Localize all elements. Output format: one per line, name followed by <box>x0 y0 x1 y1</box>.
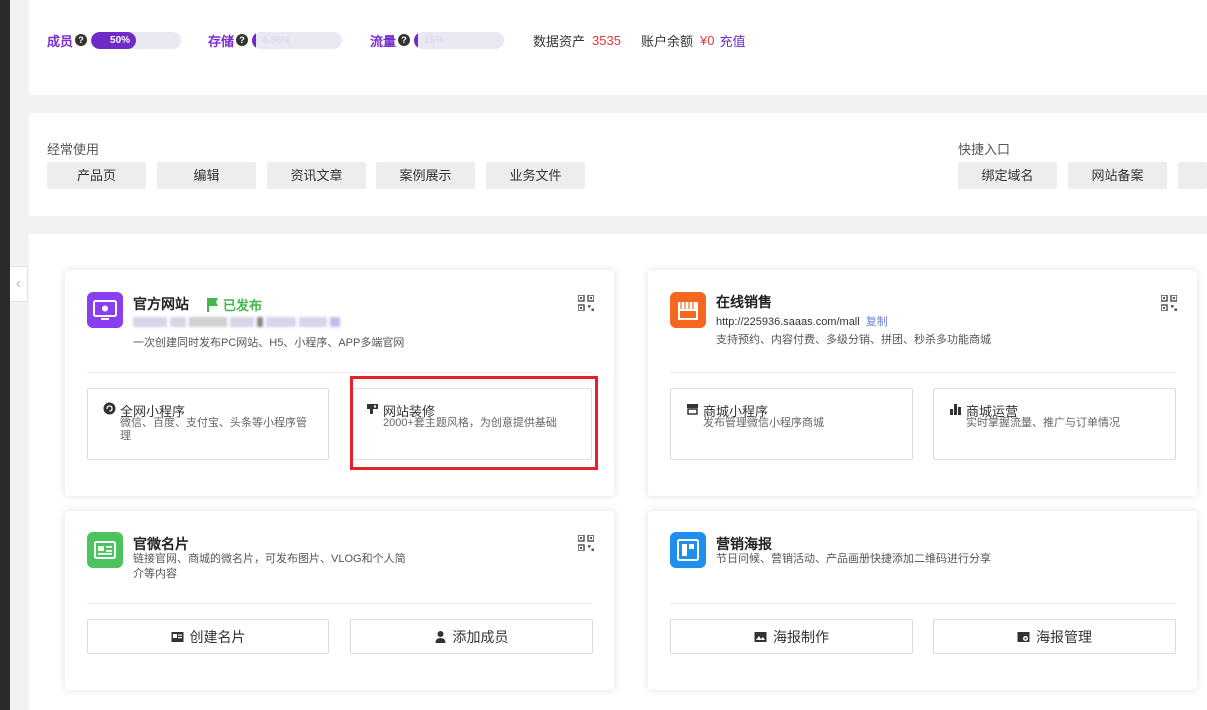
paint-palette-icon <box>367 404 378 414</box>
help-icon[interactable]: ? <box>75 34 88 46</box>
mall-url: http://225936.saaas.com/mall <box>716 316 860 328</box>
traffic-progress-bar: 15% <box>414 31 505 49</box>
shortcuts-title: 快捷入口 <box>958 142 1011 157</box>
store-icon <box>687 404 698 415</box>
site-decoration-entry[interactable]: 网站装修 2000+套主题风格，为创意提供基础 <box>350 388 592 460</box>
add-member-label: 添加成员 <box>452 628 509 645</box>
divider <box>670 603 1175 604</box>
micro-card-title: 官微名片 <box>133 536 189 552</box>
official-site-title: 官方网站 <box>133 296 189 312</box>
add-member-button[interactable]: 添加成员 <box>350 619 593 654</box>
storage-progress-text: 4.96% <box>262 34 291 46</box>
divider <box>87 603 592 604</box>
collapse-sidebar-icon[interactable]: ‹ <box>10 266 28 302</box>
online-sales-desc: 支持预约、内容付费、多级分销、拼团、秒杀多功能商城 <box>716 334 991 346</box>
mall-url-row: http://225936.saaas.com/mall 复制 <box>716 313 888 329</box>
balance-stat: 账户余额 ¥0 充值 <box>641 31 746 49</box>
copy-link[interactable]: 复制 <box>866 316 888 328</box>
image-edit-icon <box>754 631 767 642</box>
frequent-item-files[interactable]: 业务文件 <box>486 162 585 189</box>
shop-icon <box>670 292 706 328</box>
manage-poster-button[interactable]: 海报管理 <box>933 619 1176 654</box>
shortcut-site-filing[interactable]: 网站备案 <box>1068 162 1167 189</box>
divider <box>670 372 1175 373</box>
flag-icon <box>207 297 218 312</box>
online-sales-title: 在线销售 <box>716 294 772 310</box>
shortcut-more[interactable] <box>1178 162 1207 189</box>
members-stat: 成员 ? 50% <box>47 31 182 49</box>
user-icon <box>435 631 445 643</box>
mall-mini-program-desc: 发布管理微信小程序商城 <box>703 417 824 429</box>
blurred-site-url <box>133 315 359 329</box>
divider <box>87 372 592 373</box>
site-decoration-desc: 2000+套主题风格，为创意提供基础 <box>383 417 557 429</box>
help-icon[interactable]: ? <box>236 34 249 46</box>
frequent-item-product[interactable]: 产品页 <box>47 162 146 189</box>
mall-mini-program-entry[interactable]: 商城小程序 发布管理微信小程序商城 <box>670 388 913 460</box>
create-card-label: 创建名片 <box>189 628 246 645</box>
qr-code-icon[interactable] <box>1161 295 1177 311</box>
quick-access-panel: 经常使用 产品页 编辑 资讯文章 案例展示 业务文件 快捷入口 绑定域名 网站备… <box>29 113 1207 216</box>
business-card-icon <box>87 532 123 568</box>
storage-label: 存储 <box>208 33 235 49</box>
data-assets-label: 数据资产 <box>533 33 586 49</box>
members-progress-text: 50% <box>110 34 131 46</box>
members-progress-bar: 50% <box>91 31 182 49</box>
micro-card-desc: 链接官网、商城的微名片，可发布图片、VLOG和个人简介等内容 <box>133 553 406 580</box>
published-status: 已发布 <box>207 295 262 314</box>
id-card-icon <box>171 631 183 642</box>
official-site-card: 官方网站 已发布 一次创建同时发布PC网站、H5、小程序、APP多端官网 全网小… <box>65 270 614 496</box>
mini-program-icon <box>103 402 116 415</box>
storage-stat: 存储 ? 4.96% <box>208 31 343 49</box>
frequent-title: 经常使用 <box>47 142 100 157</box>
make-poster-button[interactable]: 海报制作 <box>670 619 913 654</box>
mini-program-entry[interactable]: 全网小程序 微信、百度、支付宝、头条等小程序管理 <box>87 388 329 460</box>
manage-poster-label: 海报管理 <box>1036 628 1092 645</box>
members-label: 成员 <box>47 33 74 49</box>
storage-progress-bar: 4.96% <box>252 31 343 49</box>
qr-code-icon[interactable] <box>578 295 594 311</box>
poster-desc: 节日问候、营销活动、产品画册快捷添加二维码进行分享 <box>716 553 991 565</box>
make-poster-label: 海报制作 <box>773 628 829 645</box>
mini-program-desc: 微信、百度、支付宝、头条等小程序管理 <box>120 417 307 442</box>
poster-title: 营销海报 <box>716 536 772 552</box>
mall-operation-desc: 实时掌握流量、推广与订单情况 <box>966 417 1120 429</box>
frequent-item-cases[interactable]: 案例展示 <box>376 162 475 189</box>
data-assets-value: 3535 <box>592 32 621 48</box>
shortcut-bind-domain[interactable]: 绑定域名 <box>958 162 1057 189</box>
qr-code-icon[interactable] <box>578 535 594 551</box>
traffic-stat: 流量 ? 15% <box>370 31 505 49</box>
create-card-button[interactable]: 创建名片 <box>87 619 329 654</box>
official-site-desc: 一次创建同时发布PC网站、H5、小程序、APP多端官网 <box>133 337 405 349</box>
website-icon <box>87 292 123 328</box>
recharge-link[interactable]: 充值 <box>719 31 745 50</box>
published-label: 已发布 <box>223 298 263 313</box>
balance-label: 账户余额 <box>641 33 694 49</box>
traffic-progress-text: 15% <box>424 34 445 46</box>
micro-card-card: 官微名片 链接官网、商城的微名片，可发布图片、VLOG和个人简介等内容 创建名片… <box>65 511 614 690</box>
image-settings-icon <box>1017 631 1030 642</box>
frequent-item-edit[interactable]: 编辑 <box>157 162 256 189</box>
data-assets-stat: 数据资产 3535 <box>533 31 621 49</box>
bar-chart-icon <box>950 404 961 415</box>
online-sales-card: 在线销售 http://225936.saaas.com/mall 复制 支持预约… <box>648 270 1197 496</box>
poster-icon <box>670 532 706 568</box>
left-dark-strip <box>0 0 10 710</box>
frequent-item-articles[interactable]: 资讯文章 <box>267 162 366 189</box>
stats-panel: 成员 ? 50% 存储 ? 4.96% 流量 ? 15% 数据资产 3535 账… <box>29 0 1207 95</box>
poster-card: 营销海报 节日问候、营销活动、产品画册快捷添加二维码进行分享 海报制作 海报管理 <box>648 511 1197 690</box>
mall-operation-entry[interactable]: 商城运营 实时掌握流量、推广与订单情况 <box>933 388 1176 460</box>
help-icon[interactable]: ? <box>398 34 411 46</box>
balance-value: ¥0 <box>700 32 715 48</box>
traffic-label: 流量 <box>370 33 397 49</box>
